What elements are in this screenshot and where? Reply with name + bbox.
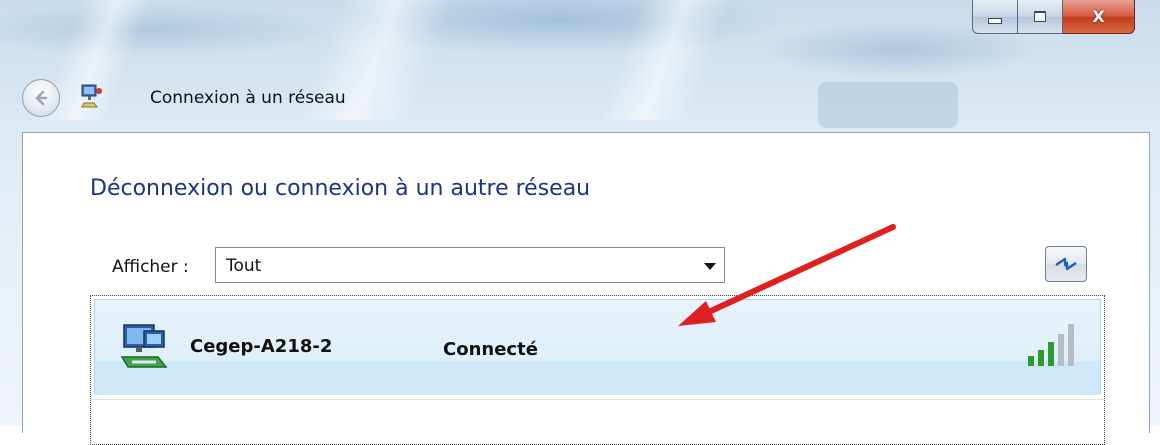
close-icon: X — [1092, 7, 1105, 26]
page-heading: Déconnexion ou connexion à un autre rése… — [90, 176, 591, 201]
network-connect-icon — [81, 84, 102, 108]
network-status: Connecté — [443, 339, 538, 360]
chevron-down-icon — [704, 263, 716, 270]
signal-strength-icon — [1028, 324, 1074, 366]
glass-reflection — [598, 0, 732, 120]
filter-selected-value: Tout — [226, 256, 262, 276]
maximize-icon — [1034, 11, 1046, 22]
refresh-icon — [1055, 257, 1077, 271]
minimize-button[interactable] — [972, 0, 1018, 34]
network-list — [90, 295, 1105, 445]
caption-buttons: X — [972, 0, 1135, 36]
filter-label: Afficher : — [112, 257, 189, 277]
window-title: Connexion à un réseau — [150, 88, 346, 108]
close-button[interactable]: X — [1063, 0, 1135, 34]
network-row-empty — [91, 399, 1104, 440]
row-highlight — [95, 361, 1100, 395]
back-button[interactable] — [22, 79, 60, 117]
refresh-button[interactable] — [1045, 246, 1087, 282]
network-name: Cegep-A218-2 — [190, 336, 333, 357]
glass-decoration — [818, 82, 958, 128]
back-arrow-icon — [35, 90, 48, 106]
maximize-button[interactable] — [1018, 0, 1063, 34]
minimize-icon — [988, 17, 1002, 24]
wireless-network-icon — [120, 324, 168, 368]
filter-select[interactable]: Tout — [215, 247, 725, 283]
